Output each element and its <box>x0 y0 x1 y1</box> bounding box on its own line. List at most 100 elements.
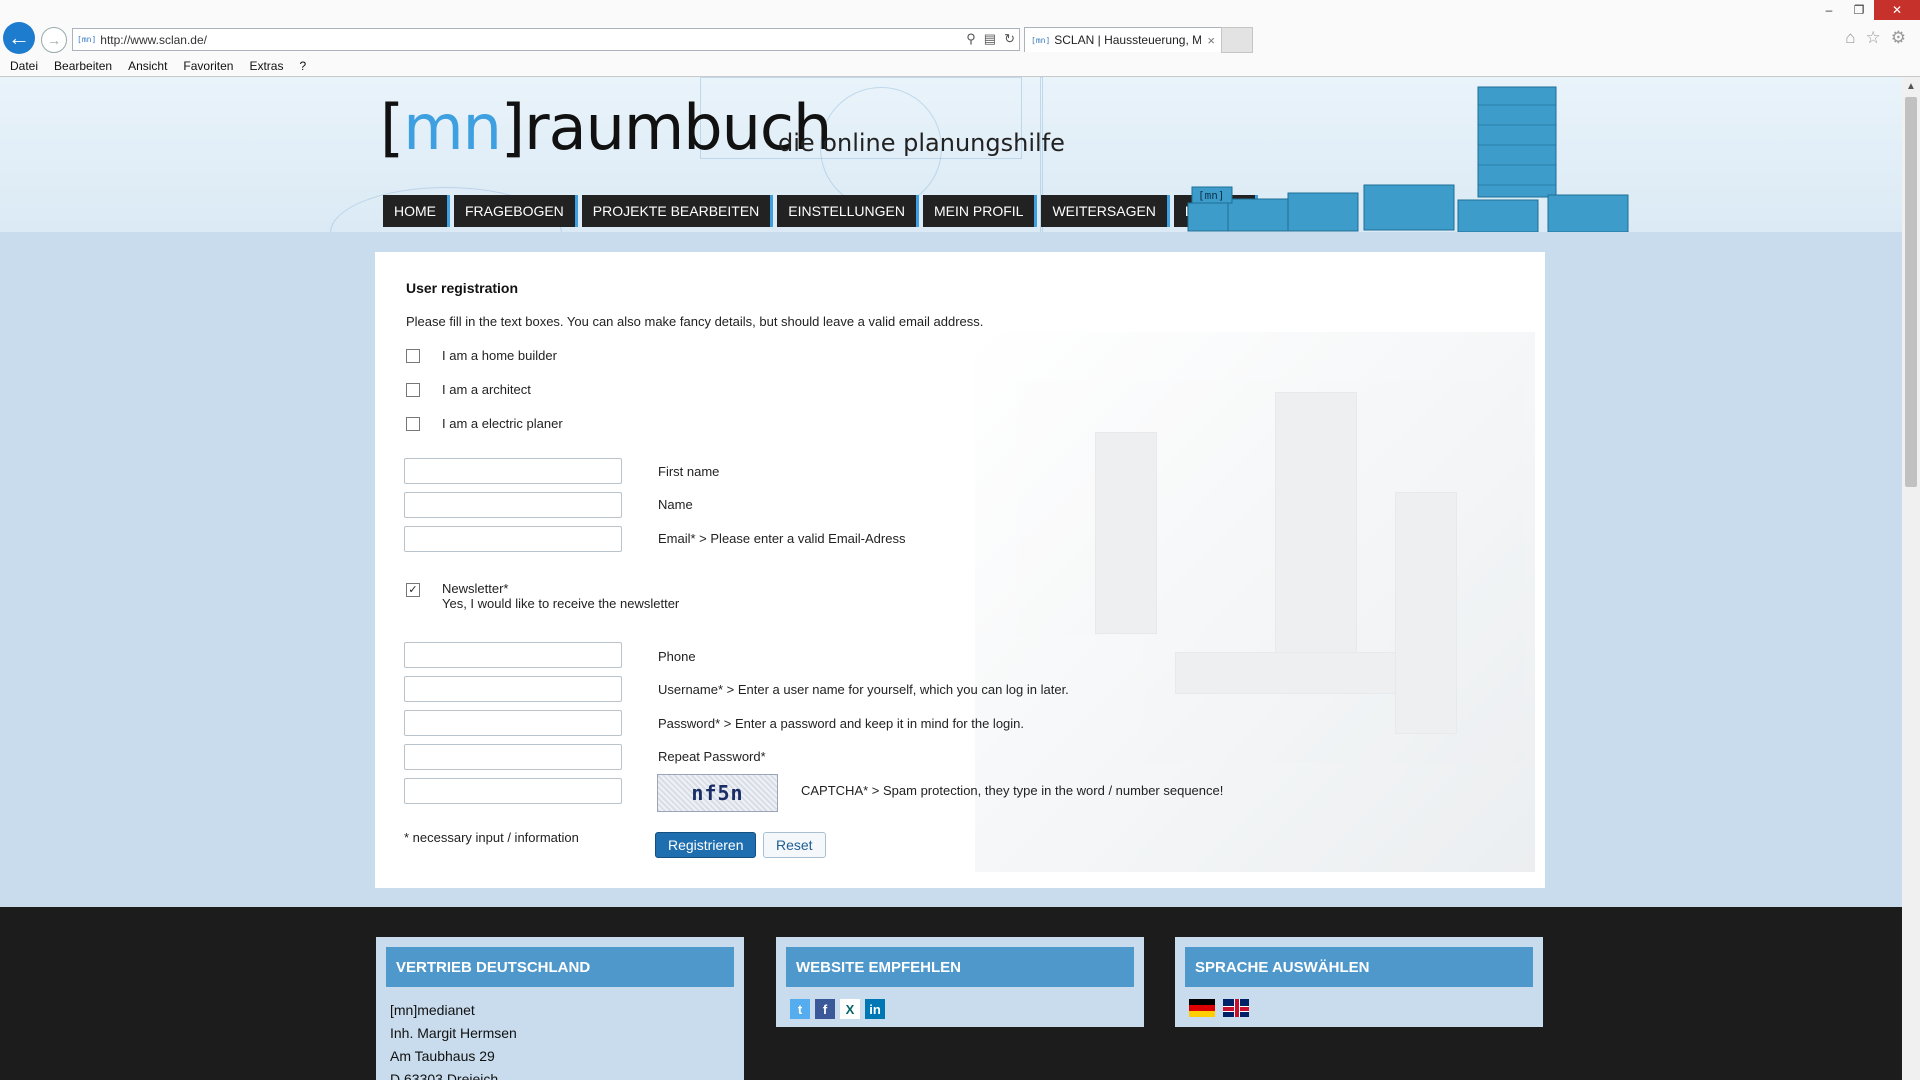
captcha-field[interactable] <box>404 778 622 804</box>
refresh-icon[interactable]: ↻ <box>1004 31 1015 47</box>
register-button[interactable]: Registrieren <box>655 832 757 858</box>
checkbox-label: I am a home builder <box>442 348 557 363</box>
username-label: Username* > Enter a user name for yourse… <box>658 682 1069 697</box>
reset-button[interactable]: Reset <box>763 832 826 858</box>
facebook-icon[interactable]: f <box>815 999 835 1019</box>
menu-item-help[interactable]: ? <box>299 59 306 73</box>
compatibility-icon[interactable]: ▤ <box>984 31 996 47</box>
role-electric-planer[interactable]: I am a electric planer <box>406 416 563 431</box>
nav-mein-profil[interactable]: MEIN PROFIL <box>922 195 1038 227</box>
menu-item-ansicht[interactable]: Ansicht <box>128 59 167 73</box>
nav-projekte-bearbeiten[interactable]: PROJEKTE BEARBEITEN <box>581 195 774 227</box>
tab-close-icon[interactable]: × <box>1207 33 1215 48</box>
checkbox-label: I am a electric planer <box>442 416 563 431</box>
first-name-field[interactable] <box>404 458 622 484</box>
menu-item-bearbeiten[interactable]: Bearbeiten <box>54 59 112 73</box>
sales-address: [mn]medianet Inh. Margit Hermsen Am Taub… <box>376 987 744 1080</box>
social-icons: t f X in <box>776 987 1144 1029</box>
checkbox-label: I am a architect <box>442 382 531 397</box>
gear-icon[interactable]: ⚙ <box>1891 28 1906 48</box>
forward-button[interactable]: → <box>41 27 67 53</box>
captcha-label: CAPTCHA* > Spam protection, they type in… <box>801 783 1224 798</box>
home-icon[interactable]: ⌂ <box>1845 28 1855 48</box>
page-scrollbar[interactable]: ▲ <box>1902 77 1920 1080</box>
required-note: * necessary input / information <box>404 830 579 845</box>
form-intro: Please fill in the text boxes. You can a… <box>406 314 984 329</box>
phone-label: Phone <box>658 649 696 664</box>
address-line: Am Taubhaus 29 <box>390 1048 495 1064</box>
registration-panel: User registration Please fill in the tex… <box>375 252 1545 888</box>
window-controls: – ❐ ✕ <box>1814 0 1920 20</box>
footer-box-language: SPRACHE AUSWÄHLEN <box>1175 937 1543 1027</box>
address-bar-icons: ⚲ ▤ ↻ <box>966 31 1015 47</box>
restore-button[interactable]: ❐ <box>1844 0 1874 20</box>
site-logo[interactable]: [mn]raumbuch <box>380 97 832 159</box>
name-field[interactable] <box>404 492 622 518</box>
linkedin-icon[interactable]: in <box>865 999 885 1019</box>
name-label: Name <box>658 497 693 512</box>
nav-weitersagen[interactable]: WEITERSAGEN <box>1041 195 1170 227</box>
logo-mn: mn <box>403 91 502 164</box>
uk-flag-icon[interactable] <box>1222 999 1249 1017</box>
address-bar[interactable]: [mn] http://www.sclan.de/ ⚲ ▤ ↻ <box>72 28 1020 51</box>
address-line: D 63303 Dreieich <box>390 1071 499 1080</box>
newsletter-label: Newsletter* <box>442 581 509 596</box>
site-header: [mn]raumbuch die online planungshilfe HO… <box>0 77 1902 232</box>
menu-item-datei[interactable]: Datei <box>10 59 38 73</box>
tab-favicon: [mn] <box>1031 35 1051 45</box>
german-flag-icon[interactable] <box>1189 999 1215 1017</box>
language-title: SPRACHE AUSWÄHLEN <box>1185 947 1533 987</box>
recommend-title: WEBSITE EMPFEHLEN <box>786 947 1134 987</box>
address-line: [mn]medianet <box>390 1002 475 1018</box>
browser-chrome: ← → [mn] http://www.sclan.de/ ⚲ ▤ ↻ [mn]… <box>0 0 1920 77</box>
city-illustration: [mn] <box>1187 86 1629 232</box>
browser-tab[interactable]: [mn] SCLAN | Haussteuerung, M... × <box>1024 27 1222 52</box>
role-home-builder[interactable]: I am a home builder <box>406 348 557 363</box>
arrow-right-icon: → <box>47 32 61 48</box>
url-text[interactable]: http://www.sclan.de/ <box>100 33 207 47</box>
tab-title: SCLAN | Haussteuerung, M... <box>1054 33 1202 47</box>
site-favicon: [mn] <box>77 35 97 44</box>
menu-item-favoriten[interactable]: Favoriten <box>183 59 233 73</box>
back-button[interactable]: ← <box>3 22 35 54</box>
nav-home[interactable]: HOME <box>383 195 450 227</box>
form-title: User registration <box>406 280 519 296</box>
window-close-button[interactable]: ✕ <box>1874 0 1920 20</box>
newsletter-text: Newsletter* Yes, I would like to receive… <box>442 581 679 611</box>
twitter-icon[interactable]: t <box>790 999 810 1019</box>
username-field[interactable] <box>404 676 622 702</box>
city-sign: [mn] <box>1198 189 1225 202</box>
phone-field[interactable] <box>404 642 622 668</box>
main-nav: HOME FRAGEBOGEN PROJEKTE BEARBEITEN EINS… <box>383 195 1259 227</box>
email-field[interactable] <box>404 526 622 552</box>
web-page: [mn]raumbuch die online planungshilfe HO… <box>0 77 1902 1080</box>
checkbox[interactable] <box>406 416 420 431</box>
captcha-image: nf5n <box>657 774 778 812</box>
password-field[interactable] <box>404 710 622 736</box>
checkbox[interactable] <box>406 348 420 363</box>
star-icon[interactable]: ☆ <box>1866 28 1881 48</box>
repeat-password-label: Repeat Password* <box>658 749 766 764</box>
repeat-password-field[interactable] <box>404 744 622 770</box>
scroll-up-icon[interactable]: ▲ <box>1902 77 1920 95</box>
logo-bracket: [ <box>380 91 404 164</box>
newsletter-option[interactable]: ✓ Newsletter* Yes, I would like to recei… <box>406 581 679 611</box>
search-icon[interactable]: ⚲ <box>966 31 976 47</box>
checkbox[interactable] <box>406 382 420 397</box>
site-tagline: die online planungshilfe <box>778 129 1065 157</box>
language-flags <box>1175 987 1543 1034</box>
newsletter-checkbox[interactable]: ✓ <box>406 583 420 597</box>
minimize-button[interactable]: – <box>1814 0 1844 20</box>
new-tab-button[interactable] <box>1221 27 1253 53</box>
role-architect[interactable]: I am a architect <box>406 382 531 397</box>
browser-toolbar: ← → [mn] http://www.sclan.de/ ⚲ ▤ ↻ [mn]… <box>0 0 1920 56</box>
newsletter-sub: Yes, I would like to receive the newslet… <box>442 596 680 611</box>
nav-fragebogen[interactable]: FRAGEBOGEN <box>454 195 578 227</box>
browser-right-icons: ⌂ ☆ ⚙ <box>1845 28 1906 48</box>
arrow-left-icon: ← <box>8 25 30 50</box>
xing-icon[interactable]: X <box>840 999 860 1019</box>
scroll-thumb[interactable] <box>1905 97 1917 487</box>
menu-item-extras[interactable]: Extras <box>249 59 283 73</box>
menu-bar: Datei Bearbeiten Ansicht Favoriten Extra… <box>0 56 1920 76</box>
nav-einstellungen[interactable]: EINSTELLUNGEN <box>777 195 919 227</box>
